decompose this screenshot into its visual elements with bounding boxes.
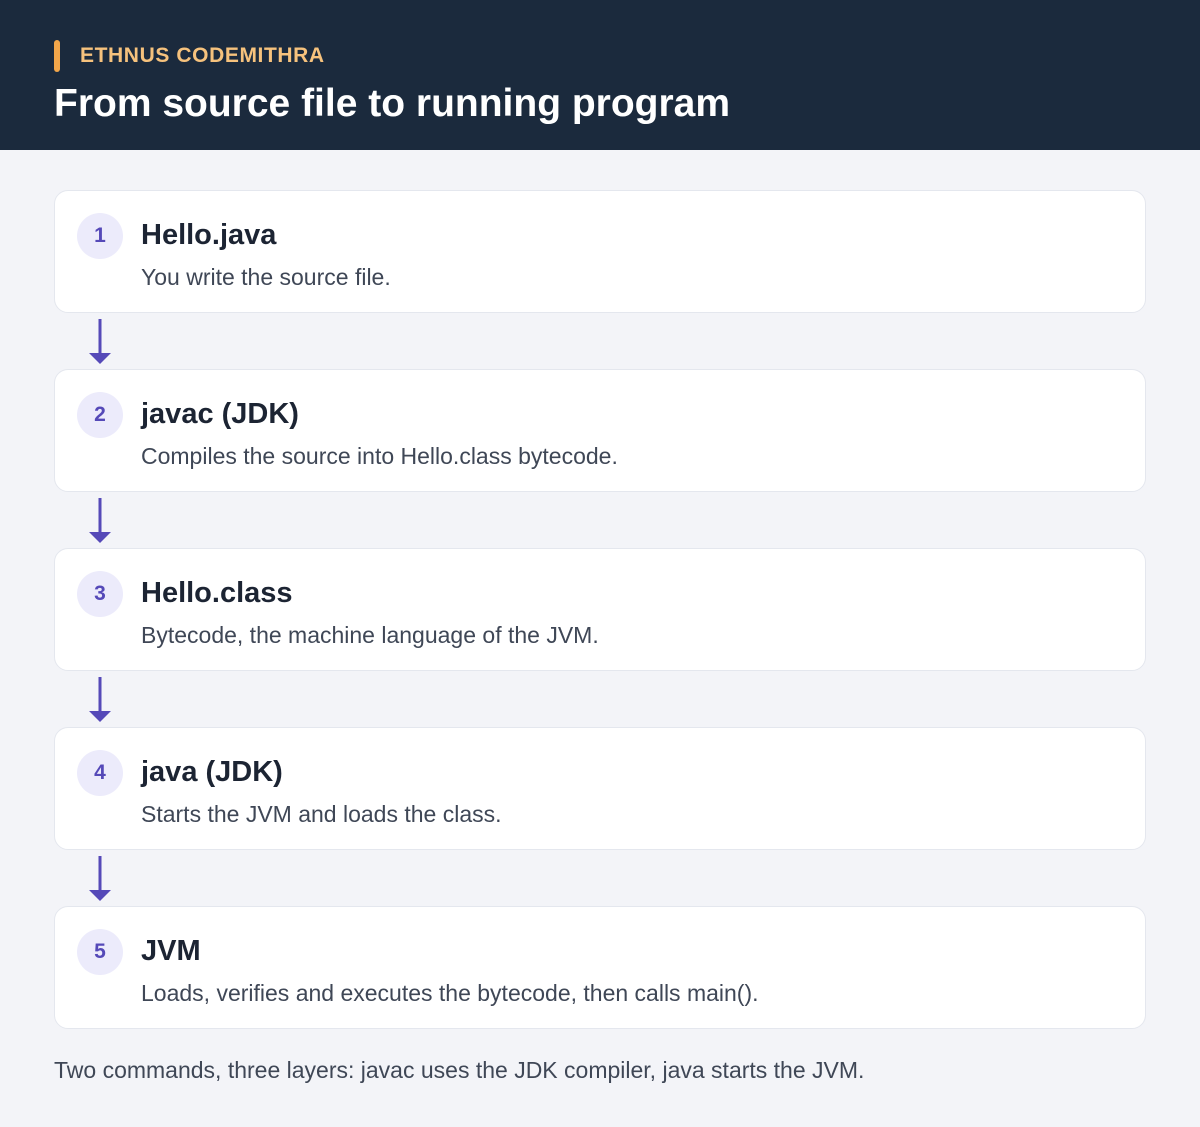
step-number-badge: 5 bbox=[77, 929, 123, 975]
down-arrow-icon bbox=[89, 677, 111, 722]
step-description: Bytecode, the machine language of the JV… bbox=[141, 622, 599, 648]
step-number-badge: 1 bbox=[77, 213, 123, 259]
step-description: Compiles the source into Hello.class byt… bbox=[141, 443, 618, 469]
step-card-5: 5 JVM Loads, verifies and executes the b… bbox=[54, 906, 1146, 1029]
step-title: java (JDK) bbox=[141, 756, 283, 788]
step-card-2: 2 javac (JDK) Compiles the source into H… bbox=[54, 369, 1146, 492]
down-arrow-icon bbox=[89, 856, 111, 901]
step-title: javac (JDK) bbox=[141, 398, 299, 430]
step-title: Hello.java bbox=[141, 219, 277, 251]
step-title: JVM bbox=[141, 935, 201, 967]
step-number-badge: 3 bbox=[77, 571, 123, 617]
step-number-badge: 4 bbox=[77, 750, 123, 796]
step-number-badge: 2 bbox=[77, 392, 123, 438]
step-description: Starts the JVM and loads the class. bbox=[141, 801, 502, 827]
step-description: Loads, verifies and executes the bytecod… bbox=[141, 980, 759, 1006]
step-card-3: 3 Hello.class Bytecode, the machine lang… bbox=[54, 548, 1146, 671]
step-card-1: 1 Hello.java You write the source file. bbox=[54, 190, 1146, 313]
down-arrow-icon bbox=[89, 319, 111, 364]
step-title: Hello.class bbox=[141, 577, 293, 609]
footer-note: Two commands, three layers: javac uses t… bbox=[54, 1057, 865, 1083]
down-arrow-icon bbox=[89, 498, 111, 543]
flow-diagram: 1 Hello.java You write the source file. … bbox=[0, 0, 1200, 1127]
step-description: You write the source file. bbox=[141, 264, 391, 290]
step-card-4: 4 java (JDK) Starts the JVM and loads th… bbox=[54, 727, 1146, 850]
